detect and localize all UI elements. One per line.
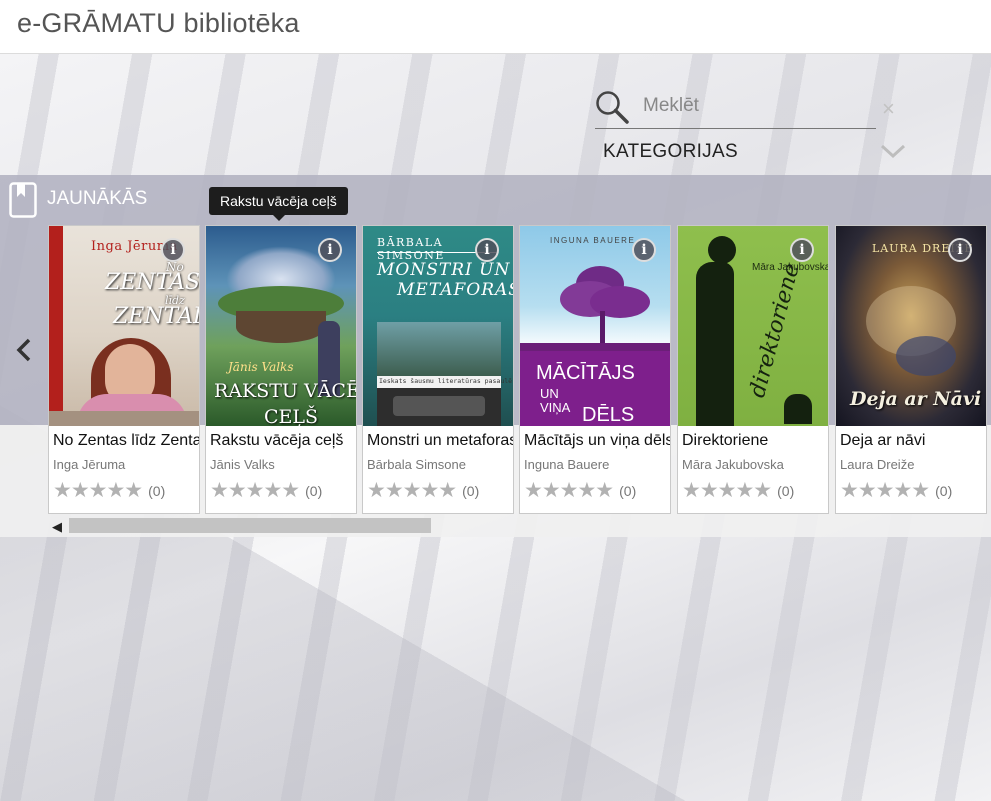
info-icon[interactable]: i: [161, 238, 185, 262]
book-card[interactable]: Māra Jakubovska direktoriene i Direktori…: [677, 225, 829, 514]
rating-count: (0): [305, 483, 323, 499]
book-author: Inga Jēruma: [53, 457, 126, 472]
book-title: Monstri un metaforas: [367, 432, 513, 449]
rating-count: (0): [148, 483, 166, 499]
star-rating-icon[interactable]: ★★★★★: [524, 479, 614, 502]
star-rating-icon[interactable]: ★★★★★: [210, 479, 300, 502]
book-author: Māra Jakubovska: [682, 457, 784, 472]
info-icon[interactable]: i: [790, 238, 814, 262]
book-title: Rakstu vācēja ceļš: [210, 432, 344, 449]
book-card[interactable]: LAURA DREIŽE Deja ar Nāvi i Deja ar nāvi…: [835, 225, 987, 514]
book-author: Jānis Valks: [210, 457, 275, 472]
rating-count: (0): [462, 483, 480, 499]
search-icon[interactable]: [595, 90, 629, 124]
rating[interactable]: ★★★★★ (0): [524, 479, 637, 502]
rating[interactable]: ★★★★★ (0): [367, 479, 480, 502]
book-title: Mācītājs un viņa dēls: [524, 432, 670, 449]
rating[interactable]: ★★★★★ (0): [210, 479, 323, 502]
book-author: Laura Dreiže: [840, 457, 915, 472]
info-icon[interactable]: i: [475, 238, 499, 262]
rating-count: (0): [777, 483, 795, 499]
chevron-down-icon: [880, 144, 906, 159]
book-carousel: Inga Jēruma No ZENTAS līdz ZENTAI i No Z…: [48, 225, 991, 515]
book-card[interactable]: Jānis Valks RAKSTU VĀCĒJA CEĻŠ i Rakstu …: [205, 225, 357, 514]
info-icon[interactable]: i: [632, 238, 656, 262]
rating[interactable]: ★★★★★ (0): [53, 479, 166, 502]
book-title: Direktoriene: [682, 432, 769, 449]
site-title[interactable]: e-GRĀMATU bibliotēka: [17, 8, 300, 39]
info-icon[interactable]: i: [318, 238, 342, 262]
book-card[interactable]: INGUNA BAUERE MĀCĪTĀJS UN VIŅA DĒLS i Mā…: [519, 225, 671, 514]
clear-search-icon[interactable]: ×: [882, 98, 900, 120]
categories-dropdown[interactable]: KATEGORIJAS: [603, 141, 906, 169]
star-rating-icon[interactable]: ★★★★★: [840, 479, 930, 502]
tooltip: Rakstu vācēja ceļš: [209, 187, 348, 221]
scroll-thumb[interactable]: [69, 518, 431, 533]
section-title: JAUNĀKĀS: [47, 188, 148, 209]
book-title: Deja ar nāvi: [840, 432, 926, 449]
chevron-left-icon[interactable]: [14, 336, 34, 364]
star-rating-icon[interactable]: ★★★★★: [53, 479, 143, 502]
book-author: Inguna Bauere: [524, 457, 610, 472]
book-card[interactable]: BĀRBALA SIMSONE MONSTRI UN METAFORAS Ies…: [362, 225, 514, 514]
star-rating-icon[interactable]: ★★★★★: [367, 479, 457, 502]
search-box: [595, 86, 876, 129]
book-icon: [9, 182, 37, 218]
categories-label: KATEGORIJAS: [603, 141, 738, 162]
header: e-GRĀMATU bibliotēka: [0, 0, 991, 54]
book-author: Bārbala Simsone: [367, 457, 466, 472]
book-card[interactable]: Inga Jēruma No ZENTAS līdz ZENTAI i No Z…: [48, 225, 200, 514]
rating-count: (0): [619, 483, 637, 499]
scroll-left-icon[interactable]: ◀: [52, 519, 64, 534]
rating-count: (0): [935, 483, 953, 499]
info-icon[interactable]: i: [948, 238, 972, 262]
rating[interactable]: ★★★★★ (0): [840, 479, 953, 502]
book-title: No Zentas līdz Zentai: [53, 432, 199, 449]
star-rating-icon[interactable]: ★★★★★: [682, 479, 772, 502]
horizontal-scrollbar[interactable]: ◀: [48, 516, 991, 535]
rating[interactable]: ★★★★★ (0): [682, 479, 795, 502]
search-input[interactable]: [643, 92, 863, 120]
